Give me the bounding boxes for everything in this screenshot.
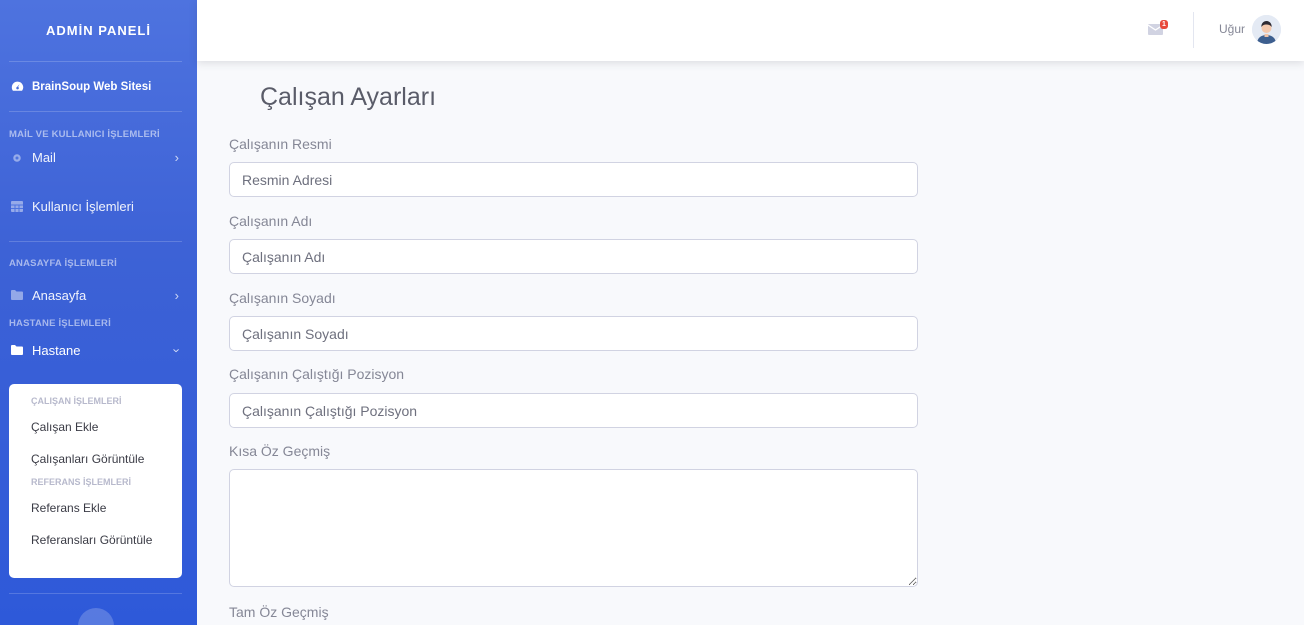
- hospital-submenu: ÇALIŞAN İŞLEMLERİ Çalışan Ekle Çalışanla…: [9, 384, 182, 578]
- name-input[interactable]: [229, 239, 918, 274]
- page-title: Çalışan Ayarları: [260, 83, 437, 111]
- sidebar-item-hospital[interactable]: Hastane ›: [0, 333, 197, 367]
- topbar: 1 Uğur: [197, 0, 1304, 61]
- brand-title[interactable]: ADMİN PANELİ: [0, 0, 197, 61]
- topbar-divider: [1193, 12, 1194, 48]
- gear-icon: [10, 151, 24, 165]
- sidebar-divider: [9, 111, 182, 112]
- sidebar-item-label: BrainSoup Web Sitesi: [32, 80, 152, 93]
- sidebar-item-label: Anasayfa: [32, 287, 87, 303]
- folder-icon: [10, 288, 24, 302]
- table-icon: [10, 199, 24, 213]
- avatar[interactable]: [1252, 15, 1281, 44]
- submenu-item-add-staff[interactable]: Çalışan Ekle: [9, 411, 182, 443]
- folder-icon: [10, 343, 24, 357]
- sidebar: ADMİN PANELİ BrainSoup Web Sitesi MAİL V…: [0, 0, 197, 625]
- sidebar-item-home[interactable]: Anasayfa ›: [0, 281, 197, 309]
- submenu-item-add-ref[interactable]: Referans Ekle: [9, 492, 182, 524]
- sidebar-heading: HASTANE İŞLEMLERİ: [9, 317, 111, 329]
- sidebar-item-label: Hastane: [32, 342, 81, 358]
- sidebar-toggle-button[interactable]: [78, 608, 114, 625]
- sidebar-divider: [9, 241, 182, 242]
- sidebar-item-label: Mail: [32, 150, 56, 165]
- submenu-heading: REFERANS İŞLEMLERİ: [31, 477, 132, 487]
- surname-label: Çalışanın Soyadı: [229, 290, 336, 306]
- messages-button[interactable]: 1: [1148, 20, 1172, 40]
- dashboard-icon: [10, 80, 24, 94]
- sidebar-item-dashboard[interactable]: BrainSoup Web Sitesi: [0, 62, 197, 111]
- submenu-item-view-staff[interactable]: Çalışanları Görüntüle: [9, 443, 182, 475]
- position-input[interactable]: [229, 393, 918, 428]
- surname-input[interactable]: [229, 316, 918, 351]
- chevron-down-icon: ›: [169, 347, 185, 353]
- sidebar-heading: ANASAYFA İŞLEMLERİ: [9, 257, 117, 269]
- name-label: Çalışanın Adı: [229, 213, 313, 229]
- position-label: Çalışanın Çalıştığı Pozisyon: [229, 366, 405, 382]
- short-bio-textarea[interactable]: [229, 469, 918, 587]
- sidebar-divider: [9, 593, 182, 594]
- sidebar-item-mail[interactable]: Mail ›: [0, 144, 197, 171]
- chevron-right-icon: ›: [174, 287, 179, 303]
- sidebar-heading: MAİL VE KULLANICI İŞLEMLERİ: [9, 128, 160, 140]
- short-bio-label: Kısa Öz Geçmiş: [229, 443, 331, 459]
- sidebar-item-label: Kullanıcı İşlemleri: [32, 198, 134, 214]
- photo-label: Çalışanın Resmi: [229, 136, 332, 152]
- sidebar-item-users[interactable]: Kullanıcı İşlemleri: [0, 171, 197, 241]
- user-name[interactable]: Uğur: [1219, 22, 1245, 36]
- full-bio-label: Tam Öz Geçmiş: [229, 604, 329, 620]
- submenu-item-view-ref[interactable]: Referansları Görüntüle: [9, 524, 182, 556]
- chevron-right-icon: ›: [174, 150, 179, 165]
- submenu-heading: ÇALIŞAN İŞLEMLERİ: [31, 396, 122, 406]
- messages-badge: 1: [1160, 20, 1168, 29]
- photo-url-input[interactable]: [229, 162, 918, 197]
